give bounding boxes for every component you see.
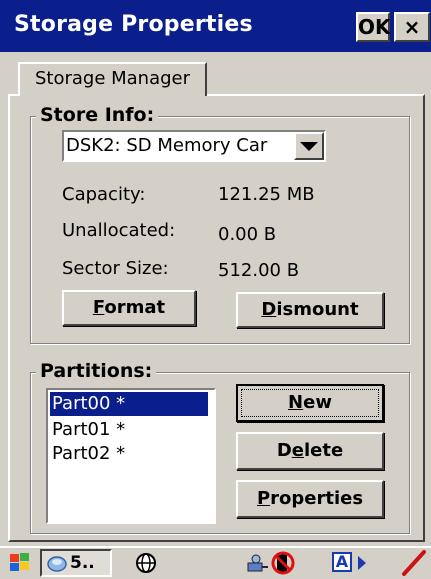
wireless-off-icon[interactable] [270,550,296,576]
window-title: Storage Properties [14,12,253,37]
list-item-part02[interactable]: Part02 * [50,442,208,466]
connection-icon[interactable] [246,551,270,575]
format-mnemonic: F [92,297,105,318]
chevron-down-icon [300,142,318,151]
format-button[interactable]: Format [62,290,196,326]
start-icon[interactable] [6,550,34,576]
store-select-value[interactable]: DSK2: SD Memory Car [66,134,290,158]
storage-app-icon [47,556,67,572]
delete-label-pre: D [276,440,292,461]
dismount-label-rest: ismount [276,299,359,320]
capacity-label: Capacity: [62,184,146,205]
dismount-button[interactable]: Dismount [236,292,384,328]
new-mnemonic: N [288,392,304,413]
unallocated-label: Unallocated: [62,220,176,241]
unallocated-value: 0.00 B [218,224,277,245]
ok-button[interactable]: OK [356,12,391,42]
capacity-value: 121.25 MB [218,184,315,205]
list-item-part00[interactable]: Part00 * [50,392,208,416]
delete-mnemonic: e [291,440,304,461]
properties-label-rest: roperties [270,488,364,509]
task-button[interactable]: 5.. [40,549,112,577]
properties-mnemonic: P [256,488,271,509]
taskbar: 5.. A [0,546,431,579]
stylus-icon[interactable] [400,549,428,577]
close-button[interactable]: × [394,12,430,42]
input-mode-indicator[interactable]: A [332,552,352,572]
partitions-label: Partitions: [36,360,157,382]
task-button-label: 5.. [70,553,95,573]
properties-button[interactable]: Properties [236,480,384,518]
sector-size-value: 512.00 B [218,260,300,281]
sector-size-label: Sector Size: [62,258,169,279]
list-item-part01[interactable]: Part01 * [50,418,208,442]
dismount-mnemonic: D [261,299,277,320]
network-icon[interactable] [134,551,158,575]
format-label-rest: ormat [104,297,166,318]
delete-button[interactable]: Delete [236,432,384,470]
new-button[interactable]: New [236,384,384,422]
delete-label-rest: lete [303,440,344,461]
arrow-right-icon[interactable] [356,554,368,572]
new-label-rest: ew [303,392,332,413]
tab-storage-manager[interactable]: Storage Manager [18,62,207,96]
store-info-label: Store Info: [36,104,159,126]
